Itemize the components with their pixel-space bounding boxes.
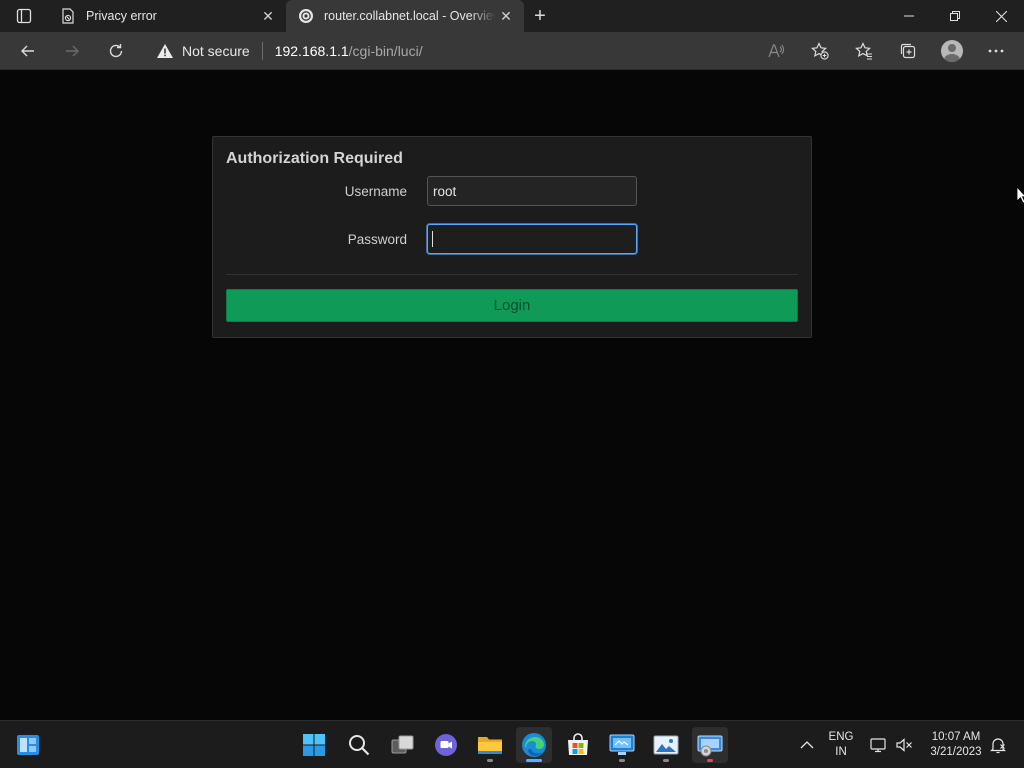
start-button[interactable] (296, 727, 332, 763)
tab-router-overview[interactable]: router.collabnet.local - Overview ✕ (286, 0, 524, 32)
network-tool-icon (697, 735, 723, 757)
tab-actions-icon (16, 8, 32, 24)
mouse-pointer-icon (1016, 186, 1024, 204)
router-favicon (298, 8, 314, 24)
notification-center-button[interactable] (984, 727, 1012, 763)
forward-button[interactable] (50, 35, 94, 67)
username-label: Username (344, 184, 407, 199)
text-caret (432, 231, 433, 247)
chevron-up-icon (800, 741, 814, 749)
tab-title: router.collabnet.local - Overview (324, 9, 496, 23)
url-host: 192.168.1.1 (274, 43, 349, 59)
refresh-button[interactable] (94, 35, 138, 67)
input-language-indicator[interactable]: ENG IN (826, 730, 856, 760)
photos-icon (653, 735, 679, 755)
remote-desktop-button[interactable] (604, 727, 640, 763)
network-tool-button[interactable] (692, 727, 728, 763)
region-code: IN (835, 746, 847, 758)
chat-button[interactable] (428, 727, 464, 763)
clock-date: 3/21/2023 (930, 746, 982, 758)
store-icon (568, 733, 588, 755)
favorites-icon (855, 42, 872, 60)
minimize-button[interactable] (886, 0, 932, 32)
photos-button[interactable] (648, 727, 684, 763)
warning-icon (157, 44, 173, 58)
widgets-icon (17, 735, 39, 755)
password-input[interactable] (427, 224, 637, 254)
running-indicator (619, 759, 625, 762)
star-add-icon (811, 42, 829, 60)
form-divider (226, 274, 798, 275)
browser-toolbar: Not secure 192.168.1.1/cgi-bin/luci/ (0, 32, 1024, 70)
forward-arrow-icon (66, 45, 79, 56)
username-input[interactable] (427, 176, 637, 206)
tab-close-icon[interactable]: ✕ (496, 6, 516, 26)
privacy-error-icon (60, 8, 76, 24)
address-separator (261, 42, 263, 60)
refresh-icon (109, 43, 123, 57)
running-indicator (707, 759, 713, 762)
window-controls (886, 0, 1024, 32)
settings-more-button[interactable] (974, 35, 1018, 67)
file-explorer-icon (478, 737, 502, 754)
edge-icon (522, 733, 546, 757)
avatar (941, 40, 963, 62)
notification-icon (990, 738, 1006, 754)
search-icon (349, 735, 370, 756)
back-arrow-icon (21, 45, 34, 56)
file-explorer-button[interactable] (472, 727, 508, 763)
login-panel: Authorization Required Username Password… (212, 136, 812, 338)
restore-icon (950, 11, 960, 21)
security-label: Not secure (182, 43, 250, 59)
show-hidden-icons-button[interactable] (789, 727, 825, 763)
read-aloud-icon (768, 44, 784, 58)
running-indicator (663, 759, 669, 762)
minimize-icon (904, 15, 914, 17)
volume-muted-icon (896, 738, 912, 752)
back-button[interactable] (6, 35, 50, 67)
add-favorite-button[interactable] (798, 35, 842, 67)
new-tab-button[interactable]: + (524, 0, 556, 32)
browser-tabstrip: Privacy error ✕ router.collabnet.local -… (0, 0, 1024, 32)
password-label: Password (347, 232, 407, 247)
language-code: ENG (828, 731, 854, 743)
profile-button[interactable] (930, 35, 974, 67)
remote-desktop-icon (609, 734, 635, 755)
taskbar: ENG IN 10:07 AM 3/21/2023 (0, 720, 1024, 768)
read-aloud-button[interactable] (754, 35, 798, 67)
collections-icon (900, 43, 916, 59)
more-icon (988, 49, 1004, 53)
clock-time: 10:07 AM (931, 731, 981, 743)
start-icon (303, 734, 325, 756)
tab-close-icon[interactable]: ✕ (258, 6, 278, 26)
close-window-button[interactable] (978, 0, 1024, 32)
favorites-button[interactable] (842, 35, 886, 67)
widgets-button[interactable] (10, 727, 46, 763)
network-icon (870, 738, 886, 753)
collections-button[interactable] (886, 35, 930, 67)
toolbar-right-tools (754, 35, 1018, 67)
login-button[interactable]: Login (226, 289, 798, 322)
tab-actions-button[interactable] (0, 0, 48, 32)
close-icon (995, 10, 1007, 22)
running-indicator (487, 759, 493, 762)
url-path: /cgi-bin/luci/ (348, 43, 423, 59)
store-button[interactable] (560, 727, 596, 763)
volume-button[interactable] (888, 727, 920, 763)
tab-title: Privacy error (86, 9, 157, 23)
task-view-icon (391, 735, 414, 754)
address-bar[interactable]: Not secure 192.168.1.1/cgi-bin/luci/ (146, 36, 836, 66)
teams-chat-icon (435, 734, 457, 756)
active-indicator (526, 759, 542, 762)
site-security-indicator[interactable]: Not secure (146, 43, 250, 59)
tab-privacy-error[interactable]: Privacy error ✕ (48, 0, 286, 32)
edge-button[interactable] (516, 727, 552, 763)
search-button[interactable] (341, 727, 377, 763)
login-title: Authorization Required (226, 150, 403, 167)
system-clock[interactable]: 10:07 AM 3/21/2023 (918, 730, 994, 760)
plus-icon: + (534, 4, 546, 27)
restore-button[interactable] (932, 0, 978, 32)
task-view-button[interactable] (385, 727, 421, 763)
